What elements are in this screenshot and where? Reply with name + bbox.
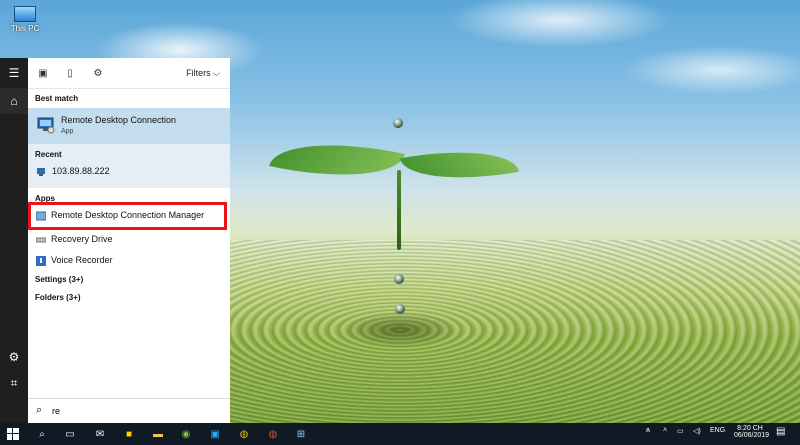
best-match-heading: Best match [35, 94, 79, 103]
app-item-voice-recorder[interactable]: Voice Recorder [28, 251, 230, 271]
remote-desktop-icon [37, 117, 55, 134]
chrome-icon[interactable]: ◍ [236, 426, 252, 442]
search-icon[interactable]: ⌕ [34, 426, 50, 442]
panel-toolbar: ▣ ▯ ⚙ Filters ⌵ [28, 58, 230, 89]
water-drop [394, 274, 404, 284]
search-results-panel: ▣ ▯ ⚙ Filters ⌵ Best match Remote Deskto… [28, 58, 230, 423]
desktop-icon-this-pc[interactable]: This PC [8, 6, 42, 33]
mail-icon[interactable]: ✉ [92, 426, 108, 442]
plant-stem [397, 170, 401, 250]
app-item-label: Voice Recorder [51, 255, 113, 265]
clock-date: 06/06/2019 [734, 432, 770, 439]
action-center-icon[interactable]: ▤ [776, 426, 785, 437]
folders-more-link[interactable]: Folders (3+) [35, 293, 81, 302]
apps-filter-icon[interactable]: ▣ [37, 67, 49, 79]
recent-section: Recent 103.89.88.222 [28, 144, 230, 188]
water-drop [395, 304, 405, 314]
app-item-label: Recovery Drive [51, 234, 113, 244]
user-feedback-icon[interactable]: ⌗ [0, 370, 28, 396]
chevron-up-icon[interactable]: ˄ [663, 427, 667, 434]
remote-desktop-taskbar-icon[interactable]: ⊞ [293, 426, 309, 442]
people-icon[interactable]: ጸ [646, 427, 650, 435]
water-drop [393, 118, 403, 128]
settings-more-link[interactable]: Settings (3+) [35, 275, 83, 284]
best-match-item[interactable]: Remote Desktop Connection App [28, 108, 230, 144]
settings-filter-icon[interactable]: ⚙ [92, 67, 104, 79]
plant-leaf-right [399, 138, 520, 192]
file-explorer-icon[interactable]: ▬ [150, 426, 166, 442]
filters-label: Filters [186, 68, 211, 78]
home-icon[interactable]: ⌂ [0, 88, 28, 114]
settings-gear-icon[interactable]: ⚙ [0, 344, 28, 370]
sticky-notes-icon[interactable]: ■ [121, 426, 137, 442]
network-icon[interactable]: ▭ [677, 427, 684, 435]
computer-icon [14, 6, 36, 22]
android-studio-icon[interactable]: ◉ [178, 426, 194, 442]
language-indicator[interactable]: ENG [710, 427, 725, 434]
app-item-recovery-drive[interactable]: Recovery Drive [28, 230, 230, 250]
water-ripples [230, 240, 800, 423]
recent-item[interactable]: 103.89.88.222 [28, 162, 230, 182]
best-match-title: Remote Desktop Connection [61, 115, 177, 125]
hamburger-menu-icon[interactable]: ☰ [0, 60, 28, 86]
plant-leaf-left [269, 126, 405, 194]
start-left-rail: ☰ ⌂ ⚙ ⌗ [0, 58, 28, 423]
search-box[interactable]: ⌕ re [28, 398, 230, 424]
taskbar: ⌕ ▭ ✉ ■ ▬ ◉ ▣ ◍ ◍ ⊞ ጸ ˄ ▭ ◁) ENG 8:20 CH… [0, 423, 800, 445]
chrome-canary-icon[interactable]: ◍ [265, 426, 281, 442]
task-view-icon[interactable]: ▭ [62, 426, 78, 442]
filters-dropdown[interactable]: Filters ⌵ [186, 68, 220, 79]
desktop-icon-label: This PC [10, 24, 40, 33]
recent-item-label: 103.89.88.222 [52, 166, 110, 176]
search-icon: ⌕ [36, 404, 43, 416]
volume-icon[interactable]: ◁) [693, 427, 701, 435]
best-match-subtitle: App [61, 128, 74, 135]
recent-heading: Recent [35, 150, 62, 159]
drive-icon [36, 237, 46, 243]
windows-start-icon[interactable] [5, 426, 21, 442]
remote-desktop-small-icon [37, 168, 45, 176]
photoshop-icon[interactable]: ▣ [207, 426, 223, 442]
clock[interactable]: 8:20 CH 06/06/2019 [734, 425, 770, 439]
search-input[interactable]: re [52, 406, 60, 416]
clock-time: 8:20 CH [737, 425, 763, 432]
microphone-icon [36, 256, 46, 266]
documents-filter-icon[interactable]: ▯ [64, 67, 76, 79]
chevron-down-icon: ⌵ [213, 68, 220, 78]
red-highlight-annotation [28, 202, 227, 230]
